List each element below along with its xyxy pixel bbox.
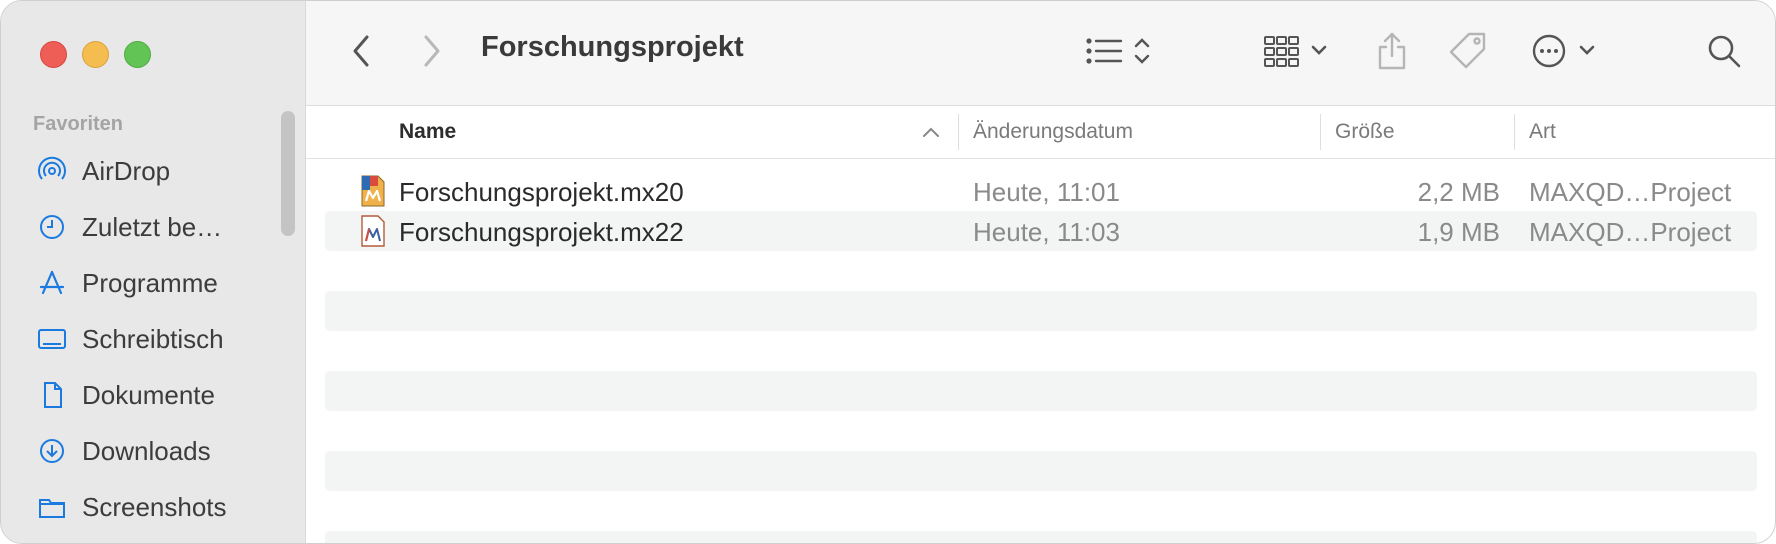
sidebar-item-desktop[interactable]: Schreibtisch bbox=[37, 311, 287, 367]
airdrop-icon bbox=[37, 156, 67, 186]
column-divider[interactable] bbox=[958, 114, 959, 150]
sidebar-item-label: Schreibtisch bbox=[82, 323, 224, 354]
sidebar-section-favorites: Favoriten bbox=[33, 113, 124, 135]
table-row[interactable]: Forschungsprojekt.mx20 Heute, 11:01 2,2 … bbox=[325, 171, 1757, 211]
column-kind[interactable]: Art bbox=[1529, 120, 1556, 144]
folder-icon bbox=[37, 492, 67, 522]
column-name[interactable]: Name bbox=[399, 120, 456, 144]
file-date: Heute, 11:01 bbox=[973, 177, 1120, 207]
sidebar-item-airdrop[interactable]: AirDrop bbox=[37, 143, 287, 199]
file-list: Forschungsprojekt.mx20 Heute, 11:01 2,2 … bbox=[325, 171, 1757, 543]
sidebar-item-documents[interactable]: Dokumente bbox=[37, 367, 287, 423]
grid-icon bbox=[1264, 36, 1327, 67]
sidebar-item-label: Dokumente bbox=[82, 379, 215, 410]
sidebar-scrollbar[interactable] bbox=[281, 111, 295, 236]
chevron-right-icon bbox=[424, 35, 440, 67]
clock-icon bbox=[37, 212, 67, 242]
search-icon bbox=[1708, 35, 1741, 68]
sort-ascending-icon[interactable] bbox=[922, 120, 940, 144]
empty-row bbox=[325, 331, 1757, 371]
sidebar-item-downloads[interactable]: Downloads bbox=[37, 423, 287, 479]
share-button[interactable] bbox=[1374, 29, 1410, 73]
document-icon bbox=[37, 380, 67, 410]
desktop-icon bbox=[37, 324, 67, 354]
file-name: Forschungsprojekt.mx22 bbox=[399, 217, 684, 247]
download-icon bbox=[37, 436, 67, 466]
window-controls bbox=[40, 41, 151, 68]
file-size: 1,9 MB bbox=[1417, 217, 1500, 247]
empty-row bbox=[325, 291, 1757, 331]
ellipsis-circle-icon bbox=[1532, 34, 1595, 68]
file-name: Forschungsprojekt.mx20 bbox=[399, 177, 684, 207]
file-date: Heute, 11:03 bbox=[973, 217, 1120, 247]
apps-icon bbox=[37, 268, 67, 298]
window-title: Forschungsprojekt bbox=[481, 31, 744, 63]
sidebar-item-label: Screenshots bbox=[82, 491, 227, 522]
share-icon bbox=[1378, 32, 1406, 70]
table-row[interactable]: Forschungsprojekt.mx22 Heute, 11:03 1,9 … bbox=[325, 211, 1757, 251]
column-divider[interactable] bbox=[1514, 114, 1515, 150]
empty-row bbox=[325, 371, 1757, 411]
tag-icon bbox=[1449, 32, 1486, 69]
empty-row bbox=[325, 251, 1757, 291]
empty-row bbox=[325, 491, 1757, 531]
view-options-button[interactable] bbox=[1084, 33, 1164, 69]
empty-row bbox=[325, 531, 1757, 543]
file-kind: MAXQD…Project bbox=[1529, 177, 1732, 207]
sidebar-item-applications[interactable]: Programme bbox=[37, 255, 287, 311]
file-kind: MAXQD…Project bbox=[1529, 217, 1732, 247]
sidebar-item-label: Programme bbox=[82, 267, 218, 298]
empty-row bbox=[325, 411, 1757, 451]
group-button[interactable] bbox=[1263, 33, 1333, 69]
maxqda-file-icon bbox=[361, 215, 385, 247]
tags-button[interactable] bbox=[1446, 29, 1490, 73]
column-size[interactable]: Größe bbox=[1335, 120, 1395, 144]
back-button[interactable] bbox=[346, 33, 376, 69]
column-header: Name Änderungsdatum Größe Art bbox=[306, 106, 1775, 159]
maxqda-file-icon bbox=[361, 175, 385, 207]
sidebar-item-recents[interactable]: Zuletzt be… bbox=[37, 199, 287, 255]
sidebar-item-label: Zuletzt be… bbox=[82, 211, 223, 242]
column-date[interactable]: Änderungsdatum bbox=[973, 120, 1133, 144]
finder-window: Favoriten AirDrop Zuletzt be… Programme bbox=[0, 0, 1776, 544]
forward-button[interactable] bbox=[417, 33, 447, 69]
list-view-icon bbox=[1086, 38, 1150, 64]
close-button[interactable] bbox=[40, 41, 67, 68]
more-actions-button[interactable] bbox=[1531, 31, 1603, 71]
minimize-button[interactable] bbox=[82, 41, 109, 68]
zoom-button[interactable] bbox=[124, 41, 151, 68]
empty-row bbox=[325, 451, 1757, 491]
toolbar: Forschungsprojekt bbox=[306, 1, 1775, 106]
chevron-left-icon bbox=[353, 35, 369, 67]
file-size: 2,2 MB bbox=[1417, 177, 1500, 207]
column-divider[interactable] bbox=[1320, 114, 1321, 150]
search-button[interactable] bbox=[1706, 33, 1742, 69]
sidebar-list: AirDrop Zuletzt be… Programme Schreibtis… bbox=[37, 143, 287, 535]
sidebar-item-label: AirDrop bbox=[82, 155, 171, 186]
sidebar-item-screenshots[interactable]: Screenshots bbox=[37, 479, 287, 535]
sidebar-item-label: Downloads bbox=[82, 435, 211, 466]
sidebar: Favoriten AirDrop Zuletzt be… Programme bbox=[1, 1, 306, 543]
